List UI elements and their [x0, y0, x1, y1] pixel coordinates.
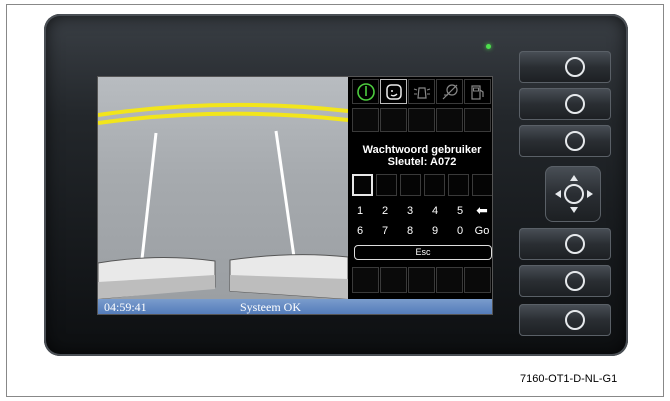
empty-slot	[408, 108, 435, 132]
side-button-6[interactable]	[519, 304, 611, 336]
empty-slot	[408, 267, 435, 293]
status-message: Systeem OK	[240, 300, 301, 314]
empty-slot	[352, 267, 379, 293]
esc-button[interactable]: Esc	[354, 245, 492, 260]
icon-row	[352, 79, 492, 104]
circle-icon	[565, 271, 585, 291]
hazard-lights-icon[interactable]	[408, 79, 435, 104]
password-char-6[interactable]	[472, 174, 492, 196]
go-key[interactable]: Go	[472, 225, 492, 237]
side-button-1[interactable]	[519, 51, 611, 83]
key-6[interactable]: 6	[350, 225, 370, 237]
empty-slot	[464, 267, 491, 293]
password-char-3[interactable]	[400, 174, 421, 196]
key-5[interactable]: 5	[450, 205, 470, 217]
empty-slot	[464, 108, 491, 132]
empty-slot	[436, 108, 463, 132]
lamp-failure-icon[interactable]	[436, 79, 463, 104]
side-button-4[interactable]	[519, 228, 611, 260]
password-panel: Wachtwoord gebruiker Sleutel: A072 1 2 3…	[350, 77, 492, 299]
figure-caption: 7160-OT1-D-NL-G1	[520, 373, 618, 385]
driver-face-icon[interactable]	[380, 79, 407, 104]
key-2[interactable]: 2	[375, 205, 395, 217]
arrow-down-icon[interactable]	[570, 207, 578, 213]
empty-slot	[380, 108, 407, 132]
key-7[interactable]: 7	[375, 225, 395, 237]
status-led	[486, 44, 491, 49]
navigation-dpad[interactable]	[545, 166, 601, 222]
empty-slot	[380, 267, 407, 293]
side-button-2[interactable]	[519, 88, 611, 120]
lane-line-yellow-2	[98, 111, 348, 125]
status-bar: 04:59:41 Systeem OK	[98, 299, 492, 314]
guide-line-left	[140, 132, 158, 260]
circle-icon	[565, 131, 585, 151]
arrow-left-icon[interactable]	[555, 190, 561, 198]
circle-icon	[565, 57, 585, 77]
display-screen: Wachtwoord gebruiker Sleutel: A072 1 2 3…	[97, 76, 493, 315]
guide-line-right	[274, 130, 296, 258]
key-0[interactable]: 0	[450, 225, 470, 237]
arrow-up-icon[interactable]	[570, 175, 578, 181]
circle-icon	[565, 234, 585, 254]
key-3[interactable]: 3	[400, 205, 420, 217]
key-1[interactable]: 1	[350, 205, 370, 217]
key-8[interactable]: 8	[400, 225, 420, 237]
side-button-3[interactable]	[519, 125, 611, 157]
key-9[interactable]: 9	[425, 225, 445, 237]
side-button-5[interactable]	[519, 265, 611, 297]
circle-icon[interactable]	[564, 184, 584, 204]
road-graphic	[98, 102, 348, 299]
key-4[interactable]: 4	[425, 205, 445, 217]
camera-view	[98, 77, 348, 299]
password-char-1[interactable]	[352, 174, 373, 196]
password-char-2[interactable]	[376, 174, 397, 196]
fuel-pump-icon[interactable]	[464, 79, 491, 104]
backspace-key[interactable]: ⬅	[472, 202, 492, 219]
empty-slot	[436, 267, 463, 293]
arrow-right-icon[interactable]	[587, 190, 593, 198]
circle-icon	[565, 94, 585, 114]
password-char-5[interactable]	[448, 174, 469, 196]
power-icon[interactable]	[352, 79, 379, 104]
circle-icon	[565, 310, 585, 330]
empty-slot	[352, 108, 379, 132]
password-key-label: Sleutel: A072	[387, 156, 457, 168]
password-title: Wachtwoord gebruiker	[362, 144, 482, 156]
password-char-4[interactable]	[424, 174, 445, 196]
status-time: 04:59:41	[104, 300, 147, 314]
